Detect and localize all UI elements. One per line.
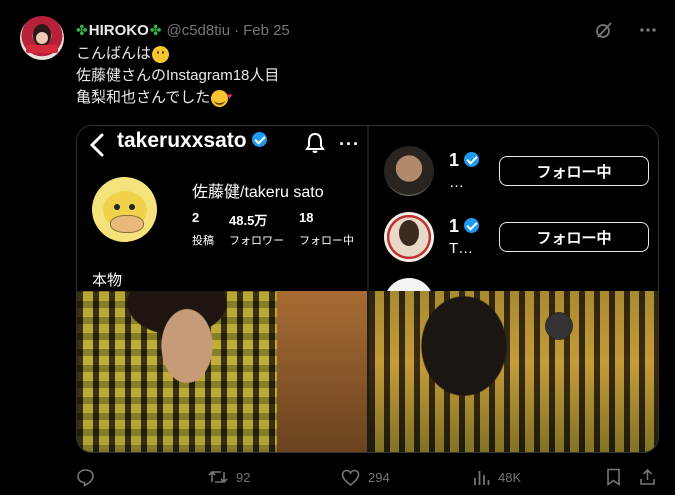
verified-badge-icon: [464, 217, 480, 233]
following-label: フォロー中: [299, 235, 354, 247]
instagram-profile-screenshot: takeruxxsato ··· 佐藤健/takeru sato 2 投稿 48…: [77, 126, 368, 291]
bookmark-button[interactable]: [606, 466, 621, 488]
posts-count: 2: [192, 210, 200, 225]
profile-username-row: takeruxxsato: [117, 126, 267, 156]
retweet-button[interactable]: 92: [208, 466, 250, 488]
following-button: フォロー中: [499, 222, 649, 252]
profile-username: takeruxxsato: [117, 129, 247, 152]
clover-icon: ✤: [149, 21, 162, 38]
following-avatar: [384, 146, 434, 196]
following-avatar: [384, 212, 434, 262]
retweet-icon: [208, 470, 228, 484]
tweet-actions: 92 294 48K: [76, 466, 659, 488]
following-name: 1: [449, 150, 480, 171]
views-count: 48K: [498, 469, 522, 485]
more-icon[interactable]: [637, 19, 659, 41]
tweet-text: こんばんは 佐藤健さんのInstagram18人目 亀梨和也さんでした: [76, 43, 279, 109]
tweet-line-3: 亀梨和也さんでした: [76, 89, 211, 106]
share-icon: [640, 468, 655, 485]
reply-icon: [77, 468, 94, 487]
photo-right: [369, 291, 658, 452]
back-arrow-icon: [89, 133, 104, 157]
heart-icon: [341, 469, 360, 486]
author-name[interactable]: HIROKO: [89, 22, 149, 39]
following-sub: T…: [449, 240, 474, 257]
profile-picture: [92, 177, 157, 242]
profile-bio: 本物: [92, 272, 123, 289]
grok-icon[interactable]: [593, 19, 615, 41]
following-name: 1: [449, 216, 480, 237]
author-handle[interactable]: @c5d8tiu: [166, 22, 230, 39]
followers-label: フォロワー: [229, 235, 284, 247]
share-button[interactable]: [639, 466, 656, 488]
following-row: 1 … フォロー中: [369, 144, 658, 199]
avatar-band: [26, 45, 58, 53]
following-button: フォロー中: [499, 156, 649, 186]
posts-label: 投稿: [192, 235, 214, 247]
avatar-face: [33, 24, 51, 46]
smile-emoji-icon: [152, 45, 170, 63]
tweet-date[interactable]: Feb 25: [243, 22, 290, 39]
verified-badge-icon: [464, 151, 480, 167]
bell-icon: [305, 132, 325, 153]
views-icon: [474, 470, 490, 485]
views-button[interactable]: 48K: [473, 466, 521, 488]
following-row: 1 T… フォロー中: [369, 210, 658, 265]
pp-eye: [114, 204, 120, 210]
followers-count: 48.5万: [229, 213, 268, 228]
clover-icon: ✤: [76, 21, 88, 38]
author-avatar[interactable]: [20, 16, 64, 60]
header-separator: ·: [234, 21, 240, 39]
pp-eye: [129, 204, 135, 210]
bookmark-icon: [607, 468, 620, 486]
tweet-media[interactable]: takeruxxsato ··· 佐藤健/takeru sato 2 投稿 48…: [76, 125, 659, 453]
smiling-hearts-emoji-icon: [211, 85, 232, 107]
reply-button[interactable]: [76, 466, 103, 488]
like-button[interactable]: 294: [341, 466, 390, 488]
profile-display-name: 佐藤健/takeru sato: [192, 184, 324, 201]
following-sub: …: [449, 174, 464, 191]
tweet-line-2: 佐藤健さんのInstagram18人目: [76, 67, 280, 84]
profile-more-icon: ···: [339, 134, 360, 154]
like-count: 294: [368, 469, 390, 485]
following-count: 18: [299, 210, 314, 225]
tweet-header: ✤ HIROKO ✤ @c5d8tiu · Feb 25: [76, 19, 659, 41]
verified-badge-icon: [251, 131, 267, 147]
photo-left: [77, 291, 367, 452]
tweet-line-1: こんばんは: [76, 45, 152, 62]
following-list-screenshot: 1 … フォロー中 1 T… フォロー中: [369, 126, 658, 328]
retweet-count: 92: [236, 469, 251, 485]
